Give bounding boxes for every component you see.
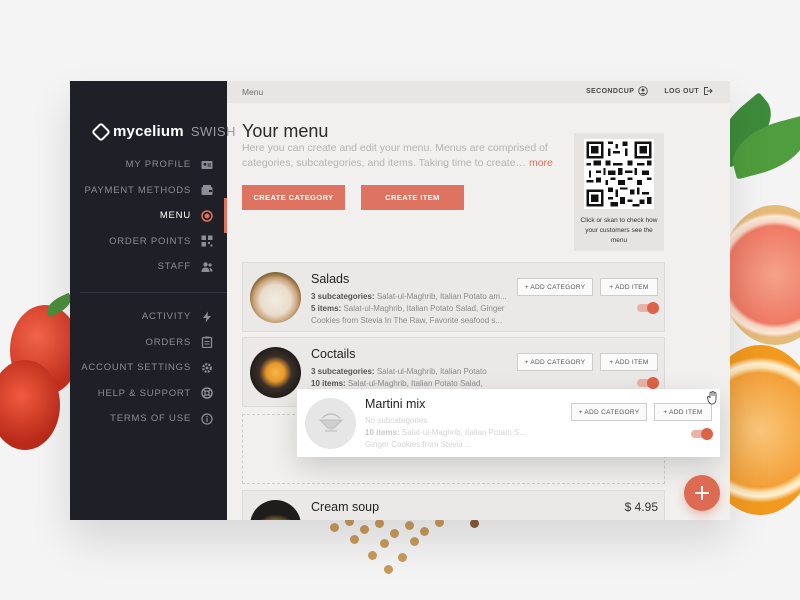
top-bar: Menu SECONDCUP LOG OUT xyxy=(227,81,730,103)
sidebar-item-label: ACCOUNT SETTINGS xyxy=(81,362,191,374)
sidebar-divider xyxy=(80,292,227,293)
wallet-icon xyxy=(201,184,213,196)
items-summary-more: Ginger Cookies from Stevia ... xyxy=(365,440,472,449)
category-name: Salads xyxy=(311,272,350,286)
toggle-knob xyxy=(701,428,713,440)
items-summary-more: Cookies from Stevia In The Raw, Favorite… xyxy=(311,316,503,325)
category-name: Martini mix xyxy=(365,397,426,411)
sidebar-item-account-settings[interactable]: ACCOUNT SETTINGS xyxy=(70,355,227,381)
add-category-button[interactable]: + ADD CATEGORY xyxy=(517,278,593,296)
qr-panel[interactable]: Click or skan to check how your customer… xyxy=(574,133,664,251)
sidebar-item-order-points[interactable]: ORDER POINTS xyxy=(70,229,227,255)
grab-cursor-icon xyxy=(707,391,717,405)
sidebar-item-activity[interactable]: ACTIVITY xyxy=(70,304,227,330)
logout-label: LOG OUT xyxy=(664,87,699,95)
dragged-category-card[interactable]: Martini mix No subcategories 10 items: S… xyxy=(297,389,720,457)
toggle-knob xyxy=(647,377,659,389)
items-summary: 10 items: Salat-ul-Maghrib, Italian Pota… xyxy=(311,379,483,388)
gear-icon xyxy=(201,362,213,374)
qr-code-icon xyxy=(201,235,213,247)
category-card-cream-soup[interactable]: Cream soup $ 4.95 xyxy=(242,490,665,520)
add-floating-button[interactable]: + xyxy=(684,475,720,511)
sidebar: mycelium SWISH MY PROFILE PAYMENT METHOD… xyxy=(70,81,235,520)
subcategories-summary: 3 subcategories: Salat-ul-Maghrib, Itali… xyxy=(311,367,487,376)
subcategories-summary: 3 subcategories: Salat-ul-Maghrib, Itali… xyxy=(311,292,507,301)
sidebar-item-orders[interactable]: ORDERS xyxy=(70,330,227,356)
category-thumbnail xyxy=(250,500,301,520)
username: SECONDCUP xyxy=(585,87,635,95)
menu-target-icon xyxy=(201,210,213,222)
lifebuoy-icon xyxy=(201,387,213,399)
page-title: Your menu xyxy=(242,121,329,141)
category-name: Cream soup xyxy=(311,500,380,514)
brand-logo[interactable]: mycelium SWISH xyxy=(91,121,236,142)
add-item-button[interactable]: + ADD ITEM xyxy=(654,403,712,421)
item-price: $ 4.95 xyxy=(624,500,658,514)
add-item-button[interactable]: + ADD ITEM xyxy=(600,278,658,296)
visibility-toggle[interactable] xyxy=(637,377,659,389)
toggle-knob xyxy=(647,302,659,314)
sidebar-item-payment-methods[interactable]: PAYMENT METHODS xyxy=(70,178,227,204)
visibility-toggle[interactable] xyxy=(691,428,713,440)
logout-button[interactable]: LOG OUT xyxy=(664,86,713,96)
category-card-salads[interactable]: Salads 3 subcategories: Salat-ul-Maghrib… xyxy=(242,262,665,332)
user-icon xyxy=(638,86,649,96)
category-thumbnail xyxy=(250,347,301,398)
sidebar-item-label: TERMS OF USE xyxy=(110,413,191,425)
category-name: Coctails xyxy=(311,347,356,361)
logout-icon xyxy=(704,87,713,95)
sidebar-item-label: ACTIVITY xyxy=(141,311,191,323)
subcategories-summary: No subcategories xyxy=(365,416,428,425)
sidebar-item-label: HELP & SUPPORT xyxy=(97,387,191,399)
breadcrumb[interactable]: Menu xyxy=(242,87,263,97)
sidebar-item-my-profile[interactable]: MY PROFILE xyxy=(70,152,227,178)
top-bar-actions: SECONDCUP LOG OUT xyxy=(586,86,713,96)
add-category-button[interactable]: + ADD CATEGORY xyxy=(517,353,593,371)
sidebar-item-label: PAYMENT METHODS xyxy=(84,184,191,196)
user-account-button[interactable]: SECONDCUP xyxy=(585,86,649,96)
grapefruit-decoration xyxy=(720,205,800,345)
sidebar-item-label: ORDER POINTS xyxy=(109,235,191,247)
qr-caption: Click or skan to check how your customer… xyxy=(580,217,658,244)
brand-name: mycelium xyxy=(113,123,184,140)
clipboard-icon xyxy=(201,336,213,349)
mycelium-logo-icon xyxy=(91,121,111,142)
sidebar-item-label: ORDERS xyxy=(145,336,191,348)
create-item-button[interactable]: CREATE ITEM xyxy=(361,185,464,210)
add-item-button[interactable]: + ADD ITEM xyxy=(600,353,658,371)
placeholder-thumbnail xyxy=(305,398,356,449)
info-icon xyxy=(201,413,213,425)
category-thumbnail xyxy=(250,272,301,323)
bolt-icon xyxy=(201,311,213,323)
seeds-decoration xyxy=(320,515,490,585)
description-text: Here you can create and edit your menu. … xyxy=(242,142,548,169)
id-card-icon xyxy=(201,159,213,171)
primary-nav: MY PROFILE PAYMENT METHODS MENU ORDER PO… xyxy=(70,152,227,280)
create-category-button[interactable]: CREATE CATEGORY xyxy=(242,185,345,210)
sidebar-item-terms-of-use[interactable]: TERMS OF USE xyxy=(70,406,227,432)
secondary-nav: ACTIVITY ORDERS ACCOUNT SETTINGS HELP & … xyxy=(70,304,227,432)
sidebar-item-staff[interactable]: STAFF xyxy=(70,254,227,280)
sidebar-item-label: STAFF xyxy=(157,261,191,273)
cocktail-glass-icon xyxy=(318,413,344,432)
visibility-toggle[interactable] xyxy=(637,302,659,314)
sidebar-item-help-support[interactable]: HELP & SUPPORT xyxy=(70,381,227,407)
sidebar-item-menu[interactable]: MENU xyxy=(70,198,227,233)
sidebar-item-label: MY PROFILE xyxy=(125,159,191,171)
qr-code[interactable] xyxy=(584,139,654,209)
people-icon xyxy=(201,261,213,273)
items-summary: 5 items: Salat-ul-Maghrib, Italian Potat… xyxy=(311,304,505,313)
page-description: Here you can create and edit your menu. … xyxy=(242,141,560,171)
more-link[interactable]: more xyxy=(529,157,553,169)
items-summary: 10 items: Salat-ul-Maghrib, Italian Pota… xyxy=(365,428,526,437)
sidebar-item-label: MENU xyxy=(159,210,191,222)
add-category-button[interactable]: + ADD CATEGORY xyxy=(571,403,647,421)
